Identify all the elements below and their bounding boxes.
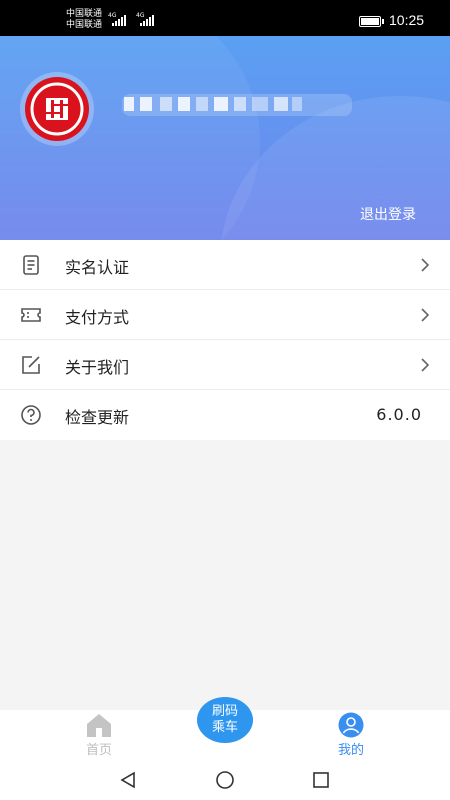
home-icon	[87, 714, 111, 737]
home-circle-icon[interactable]	[215, 770, 235, 790]
menu-item-label: 实名认证	[65, 258, 130, 277]
status-time: 10:25	[389, 12, 425, 28]
menu-item-label: 检查更新	[65, 408, 130, 427]
menu-item-about[interactable]: 关于我们	[0, 340, 450, 390]
chevron-right-icon	[421, 308, 430, 322]
tab-mine-label: 我的	[337, 743, 364, 758]
logout-button[interactable]: 退出登录	[360, 204, 416, 224]
user-icon	[338, 712, 364, 738]
help-circle-icon	[21, 405, 41, 425]
back-icon[interactable]	[118, 770, 138, 790]
avatar[interactable]	[20, 72, 94, 146]
tab-mine[interactable]: 我的	[321, 710, 381, 760]
username-redacted	[122, 94, 352, 116]
menu-item-update[interactable]: 检查更新 6.0.0	[0, 390, 450, 440]
menu-item-realname[interactable]: 实名认证	[0, 240, 450, 290]
document-icon	[23, 255, 39, 275]
system-nav-bar	[0, 760, 450, 800]
carrier-2: 中国联通	[66, 20, 103, 30]
tab-home-label: 首页	[85, 743, 112, 758]
signal-strength-icon-2: 4G	[136, 12, 154, 26]
signal-strength-icon: 4G	[108, 12, 126, 26]
carrier-1: 中国联通	[66, 9, 103, 19]
settings-menu: 实名认证 支付方式 关于我们 检查更新 6.0.0	[0, 240, 450, 440]
status-bar: 中国联通 中国联通 4G 4G 10:25	[0, 0, 450, 36]
recent-apps-icon[interactable]	[311, 770, 331, 790]
profile-header: 退出登录	[0, 36, 450, 240]
scan-ride-label-1: 刷码	[211, 704, 238, 719]
scan-ride-label-2: 乘车	[211, 720, 238, 735]
chevron-right-icon	[421, 358, 430, 372]
scan-ride-button[interactable]: 刷码 乘车	[197, 697, 253, 743]
transit-logo-icon	[25, 77, 89, 141]
edit-icon	[22, 356, 40, 374]
app-version: 6.0.0	[376, 405, 422, 424]
chevron-right-icon	[421, 258, 430, 272]
tab-home[interactable]: 首页	[69, 710, 129, 760]
menu-item-label: 支付方式	[65, 308, 130, 327]
battery-icon	[359, 16, 384, 27]
carrier-info: 中国联通 中国联通	[66, 9, 102, 31]
menu-item-label: 关于我们	[65, 358, 130, 377]
menu-item-payment[interactable]: 支付方式	[0, 290, 450, 340]
ticket-icon	[21, 308, 41, 322]
